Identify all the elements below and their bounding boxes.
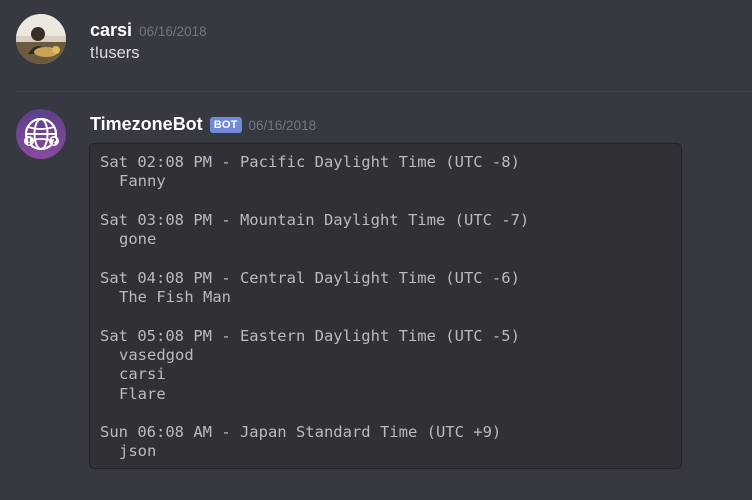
message-header: carsi 06/16/2018: [90, 20, 207, 41]
bot-tag-badge: BOT: [209, 117, 242, 133]
timezone-header: Sat 04:08 PM - Central Daylight Time (UT…: [100, 268, 520, 287]
timezone-user: vasedgod: [119, 345, 194, 364]
timezone-user: Flare: [119, 384, 166, 403]
svg-text:?: ?: [51, 138, 56, 148]
globe-avatar-icon: ! ?: [16, 109, 66, 159]
username[interactable]: TimezoneBot: [90, 114, 203, 135]
svg-text:!: !: [27, 138, 31, 148]
bot-avatar[interactable]: ! ?: [16, 109, 66, 159]
message-divider: [16, 91, 752, 92]
timezone-header: Sat 02:08 PM - Pacific Daylight Time (UT…: [100, 153, 520, 171]
code-block: Sat 02:08 PM - Pacific Daylight Time (UT…: [89, 143, 682, 469]
username[interactable]: carsi: [90, 20, 132, 41]
user-avatar[interactable]: [16, 14, 66, 64]
timezone-group: Sat 04:08 PM - Central Daylight Time (UT…: [100, 269, 671, 308]
timezone-user: carsi: [119, 365, 166, 384]
message-timestamp: 06/16/2018: [248, 118, 317, 133]
timezone-header: Sat 03:08 PM - Mountain Daylight Time (U…: [100, 210, 530, 229]
message-header: TimezoneBot BOT 06/16/2018: [90, 114, 316, 135]
timezone-header: Sat 05:08 PM - Eastern Daylight Time (UT…: [100, 326, 520, 345]
timezone-group: Sun 06:08 AM - Japan Standard Time (UTC …: [100, 423, 671, 462]
timezone-user: Fanny: [119, 172, 166, 191]
message-timestamp: 06/16/2018: [139, 24, 207, 39]
timezone-group: Sat 05:08 PM - Eastern Daylight Time (UT…: [100, 327, 671, 404]
timezone-group: Sat 02:08 PM - Pacific Daylight Time (UT…: [100, 153, 671, 192]
message-content: t!users: [90, 44, 140, 62]
timezone-header: Sun 06:08 AM - Japan Standard Time (UTC …: [100, 423, 502, 442]
timezone-user: The Fish Man: [119, 288, 231, 307]
timezone-user: json: [119, 442, 157, 461]
timezone-user: gone: [119, 230, 157, 249]
message-timezonebot: ! ? TimezoneBot BOT 06/16/2018 Sat 02:08…: [0, 93, 752, 500]
photo-avatar-icon: [16, 14, 66, 64]
timezone-group: Sat 03:08 PM - Mountain Daylight Time (U…: [100, 211, 671, 250]
message-carsi: carsi 06/16/2018 t!users: [0, 0, 752, 92]
